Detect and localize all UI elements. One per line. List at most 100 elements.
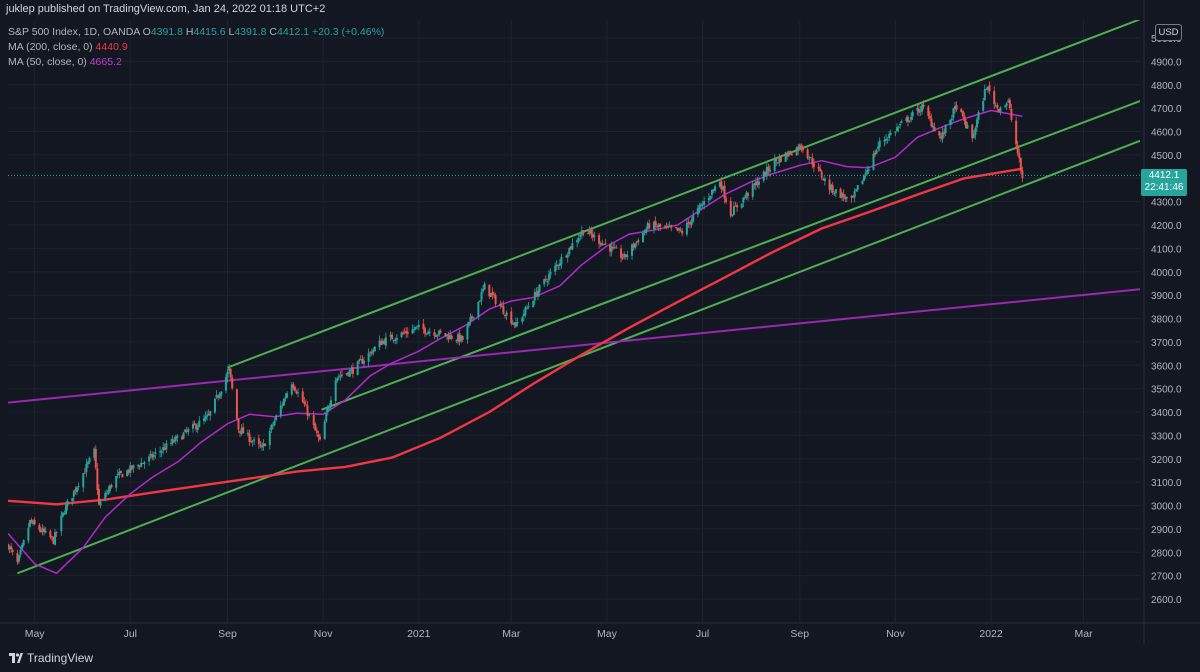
candle-body bbox=[235, 389, 238, 419]
candle-body bbox=[817, 166, 820, 169]
candle-body bbox=[148, 456, 151, 462]
candle-body bbox=[510, 311, 513, 324]
candle-body bbox=[336, 377, 339, 381]
price-tick-label: 3600.0 bbox=[1151, 361, 1182, 372]
candle-body bbox=[413, 329, 416, 331]
candle-body bbox=[209, 411, 212, 416]
candle-body bbox=[899, 124, 902, 126]
candle-body bbox=[1015, 120, 1018, 145]
candle-body bbox=[99, 501, 102, 506]
candle-body bbox=[55, 531, 58, 533]
candle-body bbox=[229, 368, 232, 378]
candle-body bbox=[417, 324, 420, 328]
candle-body bbox=[467, 321, 470, 326]
change-value: +20.3 (+0.46%) bbox=[312, 26, 385, 38]
candle-body bbox=[50, 536, 53, 538]
candle-body bbox=[334, 380, 337, 401]
candle-body bbox=[729, 200, 732, 216]
candle-body bbox=[286, 393, 289, 398]
candle-body bbox=[312, 415, 315, 426]
candle-body bbox=[952, 108, 955, 118]
candle-body bbox=[659, 223, 662, 227]
candle-body bbox=[587, 233, 590, 235]
candle-body bbox=[949, 119, 952, 125]
candle-body bbox=[348, 369, 351, 377]
candle-body bbox=[75, 487, 78, 492]
candle-body bbox=[493, 294, 496, 296]
candle-body bbox=[314, 423, 317, 431]
candle-body bbox=[94, 449, 97, 468]
candle-body bbox=[527, 306, 530, 308]
candle-body bbox=[604, 243, 607, 245]
candle-body bbox=[731, 215, 734, 217]
time-tick-label: Mar bbox=[1075, 628, 1094, 640]
candle-body bbox=[982, 100, 985, 111]
candle-body bbox=[820, 171, 823, 178]
candle-body bbox=[714, 186, 717, 191]
ma50-label: MA (50, close, 0) bbox=[8, 56, 87, 68]
candle-body bbox=[204, 416, 207, 420]
candle-body bbox=[975, 119, 978, 128]
candle-body bbox=[384, 337, 387, 346]
candle-body bbox=[301, 391, 304, 403]
time-tick-label: Sep bbox=[790, 628, 809, 640]
candle-body bbox=[257, 438, 260, 444]
price-axis: 2600.0 2700.0 2800.0 2900.0 3000.0 3100.0 3200… bbox=[1143, 0, 1182, 644]
candle-body bbox=[308, 414, 311, 416]
candle-body bbox=[831, 185, 834, 193]
candle-body bbox=[670, 225, 673, 228]
candle-body bbox=[472, 317, 475, 319]
time-tick-label: May bbox=[597, 628, 618, 640]
candle-body bbox=[260, 446, 263, 448]
candle-body bbox=[856, 185, 859, 190]
candle-body bbox=[742, 197, 745, 203]
candle-body bbox=[362, 360, 365, 364]
price-chart[interactable]: May Jul Sep Nov 2021 Mar May Jul Sep Nov 2022 Mar 2… bbox=[0, 0, 1200, 672]
candle-body bbox=[44, 530, 47, 533]
candle-body bbox=[38, 524, 41, 531]
candle-body bbox=[424, 328, 427, 334]
candle-body bbox=[154, 452, 157, 454]
candle-body bbox=[554, 265, 557, 272]
candle-body bbox=[983, 89, 986, 101]
candle-body bbox=[872, 153, 875, 170]
price-tick-label: 2600.0 bbox=[1151, 595, 1182, 606]
drawings[interactable] bbox=[8, 19, 1140, 575]
ma50-legend[interactable]: MA (50, close, 0) 4665.2 bbox=[8, 56, 122, 68]
candle-body bbox=[505, 312, 508, 316]
candle-body bbox=[224, 377, 227, 391]
symbol-legend[interactable]: S&P 500 Index, 1D, OANDA O4391.8 H4415.6… bbox=[8, 26, 384, 38]
candle-body bbox=[532, 301, 535, 308]
candle-body bbox=[775, 158, 778, 162]
candle-body bbox=[723, 185, 726, 199]
candle-body bbox=[888, 134, 891, 139]
candle-body bbox=[736, 205, 739, 208]
candle-body bbox=[740, 203, 743, 208]
candle-body bbox=[33, 519, 36, 525]
time-axis: May Jul Sep Nov 2021 Mar May Jul Sep Nov 2022 Mar bbox=[0, 622, 1200, 640]
candle-body bbox=[966, 124, 969, 129]
candle-body bbox=[894, 131, 897, 133]
candle-body bbox=[27, 527, 30, 541]
candle-body bbox=[768, 169, 771, 172]
candle-body bbox=[598, 235, 601, 244]
candle-body bbox=[268, 430, 271, 446]
ma200-legend[interactable]: MA (200, close, 0) 4440.9 bbox=[8, 41, 128, 53]
currency-badge[interactable]: USD bbox=[1155, 24, 1182, 41]
candle-body bbox=[560, 257, 563, 265]
candle-body bbox=[974, 128, 977, 135]
candle-body bbox=[242, 426, 245, 434]
candle-body bbox=[845, 196, 848, 199]
candle-body bbox=[621, 257, 624, 259]
candle-body bbox=[620, 248, 623, 258]
candle-body bbox=[477, 302, 480, 318]
candle-body bbox=[648, 223, 651, 229]
high-value: 4415.6 bbox=[193, 26, 226, 38]
candle-body bbox=[790, 154, 793, 156]
price-tick-label: 4600.0 bbox=[1151, 128, 1182, 139]
bar-countdown: 22:41:46 bbox=[1144, 182, 1184, 193]
candle-body bbox=[297, 392, 300, 394]
price-tick-label: 2900.0 bbox=[1151, 525, 1182, 536]
candle-body bbox=[466, 325, 469, 340]
last-price-value: 4412.1 bbox=[1148, 170, 1180, 181]
